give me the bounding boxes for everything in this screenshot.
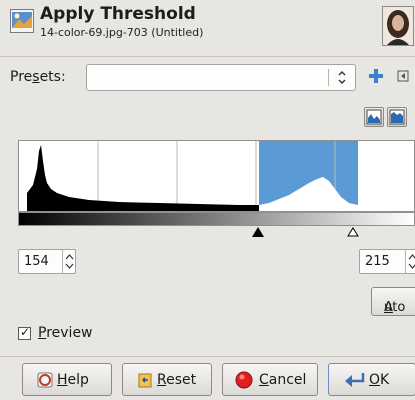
- chevron-updown-icon: [329, 65, 355, 90]
- presets-combo[interactable]: [86, 64, 356, 91]
- preview-label[interactable]: Preview: [38, 325, 93, 341]
- ok-button[interactable]: OK: [328, 363, 415, 396]
- dialog-subtitle: 14-color-69.jpg-703 (Untitled): [40, 26, 204, 39]
- menu-arrow-icon[interactable]: [394, 66, 412, 86]
- reset-button[interactable]: Reset: [122, 363, 212, 396]
- image-thumbnail: [382, 6, 414, 46]
- ok-icon: [345, 373, 365, 387]
- linear-histogram-button[interactable]: [364, 107, 384, 127]
- high-threshold-value: 215: [365, 254, 390, 269]
- log-histogram-button[interactable]: [387, 107, 407, 127]
- high-threshold-handle[interactable]: [347, 226, 359, 237]
- ok-label: OK: [369, 372, 390, 388]
- help-icon: [37, 372, 53, 388]
- low-threshold-handle[interactable]: [252, 226, 264, 237]
- low-threshold-input[interactable]: 154: [18, 249, 76, 274]
- high-threshold-input[interactable]: 215: [359, 249, 415, 274]
- header-separator: [0, 56, 415, 57]
- auto-button[interactable]: Auto: [371, 287, 415, 316]
- help-button[interactable]: Help: [22, 363, 112, 396]
- reset-label: Reset: [157, 372, 197, 388]
- linear-histogram-icon: [366, 109, 382, 125]
- cancel-button[interactable]: Cancel: [222, 363, 318, 396]
- value-gradient-bar: [18, 212, 415, 226]
- check-icon: ✓: [20, 325, 31, 339]
- log-histogram-icon: [389, 109, 405, 125]
- dialog-title: Apply Threshold: [40, 4, 196, 24]
- plus-icon[interactable]: [366, 66, 386, 86]
- preview-checkbox[interactable]: ✓: [18, 325, 31, 340]
- cancel-label: Cancel: [259, 372, 307, 388]
- histogram-view[interactable]: [18, 140, 415, 212]
- cancel-icon: [235, 371, 253, 389]
- presets-label: Presets:: [10, 69, 66, 85]
- help-label: Help: [57, 372, 89, 388]
- histogram-curve-dark: [27, 145, 259, 211]
- low-threshold-value: 154: [24, 254, 49, 269]
- spin-arrows-icon[interactable]: [405, 250, 415, 273]
- footer-separator: [0, 356, 415, 357]
- threshold-icon: [10, 9, 34, 33]
- reset-icon: [138, 373, 152, 388]
- spin-arrows-icon[interactable]: [62, 250, 75, 273]
